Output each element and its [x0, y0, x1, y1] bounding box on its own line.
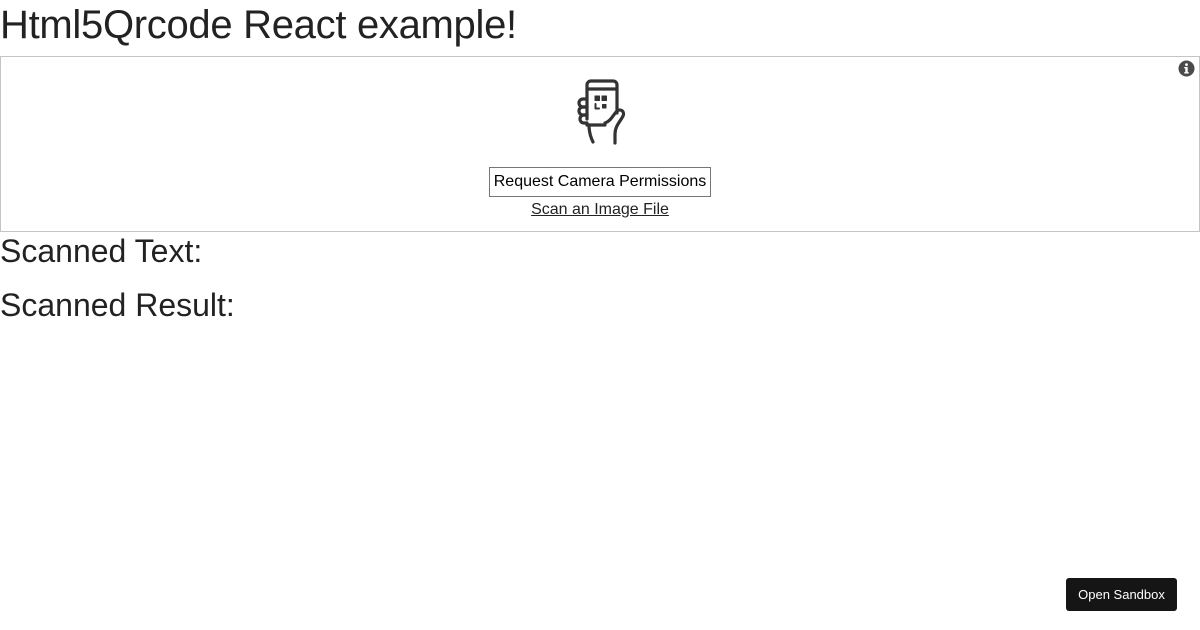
- scanned-result-heading: Scanned Result:: [0, 287, 235, 323]
- qr-scanner-region: Request Camera Permissions Scan an Image…: [0, 56, 1200, 232]
- scan-image-file-link[interactable]: Scan an Image File: [1, 200, 1199, 220]
- phone-qr-scan-icon: [575, 79, 627, 147]
- info-icon[interactable]: [1178, 60, 1195, 77]
- page-title: Html5Qrcode React example!: [0, 3, 517, 47]
- request-camera-permissions-button[interactable]: Request Camera Permissions: [489, 167, 711, 197]
- open-sandbox-button[interactable]: Open Sandbox: [1066, 578, 1177, 611]
- scanned-text-heading: Scanned Text:: [0, 233, 203, 269]
- page-root: Html5Qrcode React example! Request Camer…: [0, 0, 1200, 630]
